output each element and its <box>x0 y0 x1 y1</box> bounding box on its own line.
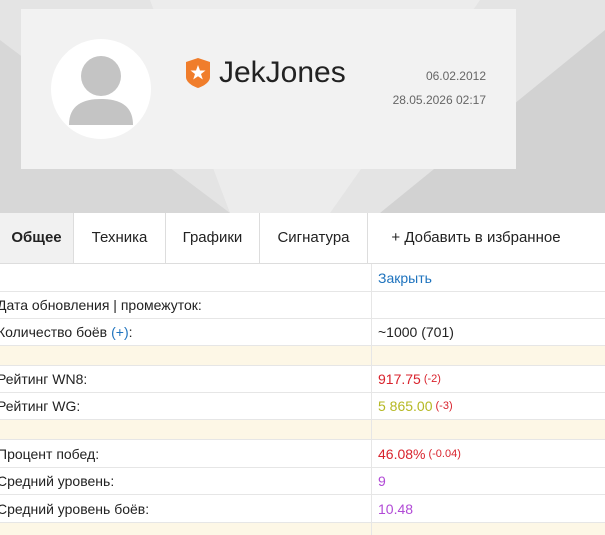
battles-label: Количество боёв <box>0 324 108 340</box>
empty-cell <box>372 346 605 365</box>
wg-rating-label: Рейтинг WG: <box>0 398 81 414</box>
winrate-value: 46.08% <box>378 445 426 462</box>
close-link[interactable]: Закрыть <box>378 270 432 286</box>
table-row: Процент побед: 46.08% (-0.04) <box>0 440 605 468</box>
tab-general[interactable]: Общее <box>0 213 74 263</box>
winrate-label: Процент побед: <box>0 445 100 462</box>
table-row: Рейтинг WG: 5 865.00 (-3) <box>0 393 605 420</box>
empty-cell <box>0 420 372 439</box>
empty-cell <box>0 523 372 535</box>
battles-colon: : <box>128 324 133 340</box>
value-cell: 917.75 (-2) <box>372 366 605 392</box>
table-row-spacer <box>0 420 605 440</box>
stats-table: Закрыть Дата обновления | промежуток: Ко… <box>0 264 605 535</box>
label-cell: Количество боёв (+) : <box>0 319 372 345</box>
tab-bar: Общее Техника Графики Сигнатура + Добави… <box>0 213 605 264</box>
table-row: Количество боёв (+) : ~1000 (701) <box>0 319 605 346</box>
value-cell: 46.08% (-0.04) <box>372 440 605 467</box>
label-cell: Рейтинг WN8: <box>0 366 372 392</box>
avg-battle-tier-label: Средний уровень боёв: <box>0 500 150 517</box>
label-cell: Дата обновления | промежуток: <box>0 292 372 318</box>
table-row: Средний уровень боёв: 10.48 <box>0 495 605 523</box>
label-cell: Средний уровень: <box>0 468 372 494</box>
tab-vehicles[interactable]: Техника <box>74 213 166 263</box>
label-cell: Процент побед: <box>0 440 372 467</box>
avg-battle-tier-value: 10.48 <box>378 500 414 517</box>
battles-value: ~1000 (701) <box>378 324 454 340</box>
tab-signature[interactable]: Сигнатура <box>260 213 368 263</box>
value-cell: 9 <box>372 468 605 494</box>
table-row: Дата обновления | промежуток: <box>0 292 605 319</box>
table-row-spacer <box>0 523 605 535</box>
label-cell: Средний уровень боёв: <box>0 495 372 522</box>
value-cell: 10.48 <box>372 495 605 522</box>
table-row: Рейтинг WN8: 917.75 (-2) <box>0 366 605 393</box>
wn8-label: Рейтинг WN8: <box>0 371 88 387</box>
tab-charts[interactable]: Графики <box>166 213 260 263</box>
wg-rating-value: 5 865.00 <box>378 398 433 414</box>
username: JekJones <box>219 56 346 89</box>
add-to-favorites-button[interactable]: + Добавить в избранное <box>368 213 584 263</box>
empty-cell <box>372 523 605 535</box>
profile-header: JekJones 06.02.2012 28.05.2026 02:17 <box>0 0 605 213</box>
avg-tier-value: 9 <box>378 473 386 489</box>
label-cell: Рейтинг WG: <box>0 393 372 419</box>
close-cell: Закрыть <box>372 264 605 291</box>
value-cell: 5 865.00 (-3) <box>372 393 605 419</box>
table-row-spacer <box>0 346 605 366</box>
wn8-value: 917.75 <box>378 371 421 387</box>
empty-cell <box>0 264 372 291</box>
wg-rating-delta: (-3) <box>435 400 453 412</box>
wn8-delta: (-2) <box>423 373 441 385</box>
winrate-delta: (-0.04) <box>428 447 461 460</box>
shield-star-icon <box>186 58 210 88</box>
table-row: Закрыть <box>0 264 605 292</box>
avatar[interactable] <box>51 39 151 139</box>
last-battle-date: 28.05.2026 02:17 <box>392 93 486 107</box>
empty-cell <box>372 420 605 439</box>
user-avatar-icon <box>69 56 133 125</box>
update-label: Дата обновления | промежуток: <box>0 297 202 313</box>
empty-cell <box>0 346 372 365</box>
battles-plus-link[interactable]: (+) <box>111 324 129 340</box>
table-row: Средний уровень: 9 <box>0 468 605 495</box>
value-cell <box>372 292 605 318</box>
avg-tier-label: Средний уровень: <box>0 473 115 489</box>
value-cell: ~1000 (701) <box>372 319 605 345</box>
profile-card: JekJones 06.02.2012 28.05.2026 02:17 <box>21 9 516 169</box>
registration-date: 06.02.2012 <box>425 69 486 83</box>
